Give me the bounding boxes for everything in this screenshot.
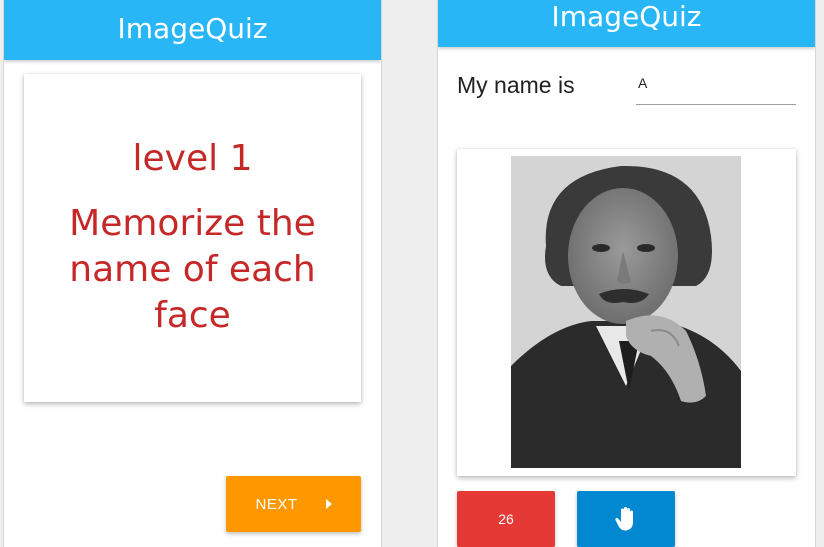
portrait-image <box>511 156 741 468</box>
level-card: level 1 Memorize the name of each face <box>24 74 361 402</box>
counter-value: 26 <box>498 511 514 527</box>
hand-icon <box>614 506 638 532</box>
counter-button[interactable]: 26 <box>457 491 555 547</box>
app-title: ImageQuiz <box>438 0 815 47</box>
hand-button[interactable] <box>577 491 675 547</box>
face-photo-card <box>457 149 796 476</box>
level-intro-screen: ImageQuiz level 1 Memorize the name of e… <box>3 0 382 547</box>
face-photo <box>511 156 741 468</box>
quiz-screen: ImageQuiz My name is <box>437 0 816 547</box>
app-title: ImageQuiz <box>4 0 381 60</box>
play-arrow-icon <box>326 499 332 509</box>
next-button[interactable]: NEXT <box>226 476 361 532</box>
name-input[interactable] <box>636 72 796 105</box>
name-label: My name is <box>457 72 575 99</box>
instruction-text: Memorize the name of each face <box>43 201 343 339</box>
next-button-label: NEXT <box>255 496 297 513</box>
level-title: level 1 <box>133 138 253 179</box>
